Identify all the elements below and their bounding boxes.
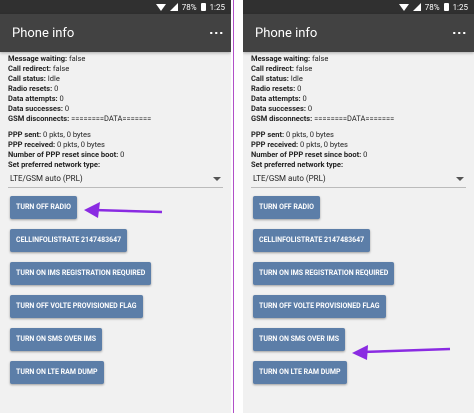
annotation-arrow-right bbox=[352, 345, 451, 360]
